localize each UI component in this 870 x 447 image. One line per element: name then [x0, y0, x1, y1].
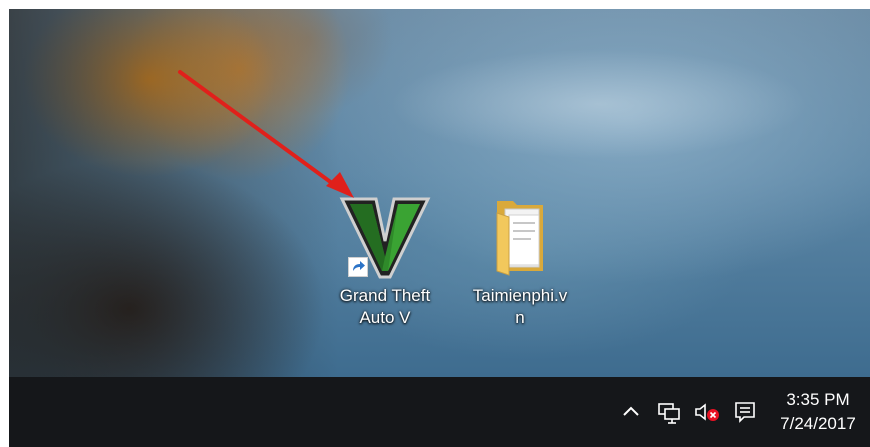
volume-muted-icon[interactable]: [690, 395, 724, 429]
system-tray: 3:35 PM 7/24/2017: [614, 377, 870, 447]
taskbar[interactable]: 3:35 PM 7/24/2017: [9, 377, 870, 447]
action-center-icon[interactable]: [728, 395, 762, 429]
clock-time: 3:35 PM: [786, 390, 850, 409]
clock-date: 7/24/2017: [780, 414, 856, 433]
chevron-up-icon[interactable]: [614, 395, 648, 429]
taskbar-clock[interactable]: 3:35 PM 7/24/2017: [766, 388, 870, 436]
screenshot-frame: Grand Theft Auto V Taimienphi.v n 3:35 P…: [0, 0, 870, 447]
network-icon[interactable]: [652, 395, 686, 429]
